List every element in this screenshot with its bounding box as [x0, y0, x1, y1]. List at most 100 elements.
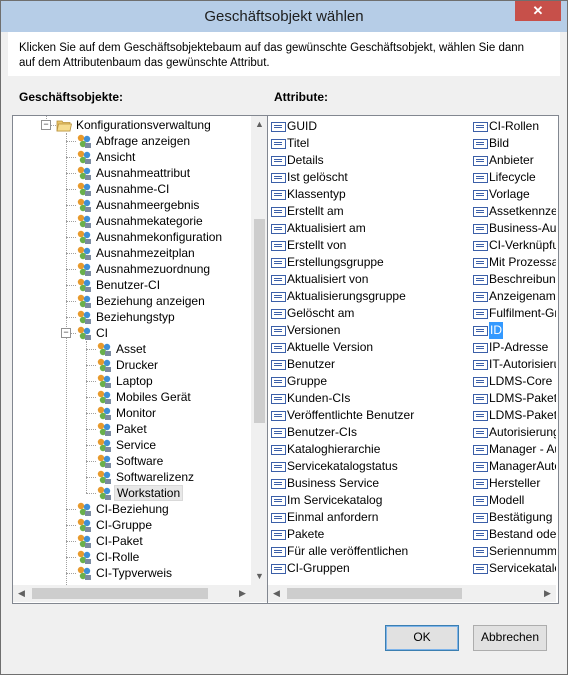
scroll-left-arrow[interactable]: ◀	[13, 585, 30, 602]
tree-node-service[interactable]: Service	[13, 437, 251, 453]
attribute-item[interactable]: Erstellt von	[271, 237, 466, 254]
attribute-item[interactable]: Bild	[473, 135, 556, 152]
attribute-item[interactable]: Lifecycle	[473, 169, 556, 186]
attribute-item[interactable]: Anzeigename	[473, 288, 556, 305]
tree-node-monitor[interactable]: Monitor	[13, 405, 251, 421]
attribute-item[interactable]: CI-Gruppen	[271, 560, 466, 577]
attribute-item[interactable]: Im Servicekatalog	[271, 492, 466, 509]
attribute-item[interactable]: Gelöscht am	[271, 305, 466, 322]
tree-node-ci-paket[interactable]: CI-Paket	[13, 533, 251, 549]
attribute-item[interactable]: LDMS-Paketke	[473, 390, 556, 407]
attribute-item[interactable]: Pakete	[271, 526, 466, 543]
tree-node-ci-rolle[interactable]: CI-Rolle	[13, 549, 251, 565]
attribute-item[interactable]: GUID	[271, 118, 466, 135]
attribute-item[interactable]: Benutzer-CIs	[271, 424, 466, 441]
tree-node-ausnahmeattribut[interactable]: Ausnahmeattribut	[13, 165, 251, 181]
attribute-item[interactable]: Einmal anfordern	[271, 509, 466, 526]
tree-node-drucker[interactable]: Drucker	[13, 357, 251, 373]
attribute-item[interactable]: Für alle veröffentlichen	[271, 543, 466, 560]
attribute-item[interactable]: IP-Adresse	[473, 339, 556, 356]
cancel-button[interactable]: Abbrechen	[473, 625, 547, 651]
tree-node-konfigurationsverwaltung[interactable]: − Konfigurationsverwaltung	[13, 117, 251, 133]
attribute-item[interactable]: Gruppe	[271, 373, 466, 390]
attribute-item[interactable]: Titel	[271, 135, 466, 152]
tree-node-ci-typverweis[interactable]: CI-Typverweis	[13, 565, 251, 581]
attribute-item[interactable]: LDMS-Paketna	[473, 407, 556, 424]
attribute-hscroll-thumb[interactable]	[287, 588, 462, 599]
business-object-tree[interactable]: − Konfigurationsverwaltung Abfrage anzeige…	[12, 115, 270, 604]
attribute-item[interactable]: Servicekatalogstatus	[271, 458, 466, 475]
attribute-item[interactable]: Hersteller	[473, 475, 556, 492]
tree-node-laptop[interactable]: Laptop	[13, 373, 251, 389]
attribute-item[interactable]: Kunden-CIs	[271, 390, 466, 407]
collapse-toggle-icon[interactable]: −	[61, 328, 71, 338]
attribute-item[interactable]: Erstellt am	[271, 203, 466, 220]
attribute-item[interactable]: Klassentyp	[271, 186, 466, 203]
tree-node-ci-gruppe[interactable]: CI-Gruppe	[13, 517, 251, 533]
attribute-item[interactable]: Seriennumme	[473, 543, 556, 560]
ok-button[interactable]: OK	[385, 625, 459, 651]
tree-node-ausnahmekategorie[interactable]: Ausnahmekategorie	[13, 213, 251, 229]
tree-node-ci[interactable]: − CI	[13, 325, 251, 341]
tree-node-ausnahmezeitplan[interactable]: Ausnahmezeitplan	[13, 245, 251, 261]
attribute-item[interactable]: Business-Auto	[473, 220, 556, 237]
tree-node-workstation[interactable]: Workstation	[13, 485, 251, 501]
tree-hscroll-thumb[interactable]	[32, 588, 208, 599]
tree-node-ansicht[interactable]: Ansicht	[13, 149, 251, 165]
attribute-item[interactable]: Ist gelöscht	[271, 169, 466, 186]
tree-node-paket[interactable]: Paket	[13, 421, 251, 437]
attribute-item[interactable]: Beschreibung	[473, 271, 556, 288]
attribute-item[interactable]: LDMS-Core	[473, 373, 556, 390]
tree-node-mobiles-ger-t[interactable]: Mobiles Gerät	[13, 389, 251, 405]
attribute-item[interactable]: Business Service	[271, 475, 466, 492]
attribute-horizontal-scrollbar[interactable]: ◀ ▶	[268, 585, 556, 602]
tree-node-ausnahme-ci[interactable]: Ausnahme-CI	[13, 181, 251, 197]
tree-vertical-scrollbar[interactable]: ▲ ▼	[251, 116, 268, 585]
attribute-item[interactable]: Assetkennzeichen	[473, 203, 556, 220]
attribute-item[interactable]: CI-Rollen	[473, 118, 556, 135]
tree-horizontal-scrollbar[interactable]: ◀ ▶	[13, 585, 251, 602]
tree-node-abfrage-anzeigen[interactable]: Abfrage anzeigen	[13, 133, 251, 149]
scroll-up-arrow[interactable]: ▲	[251, 116, 268, 133]
attribute-item[interactable]: IT-Autorisierung	[473, 356, 556, 373]
attribute-item[interactable]: Erstellungsgruppe	[271, 254, 466, 271]
scroll-right-arrow[interactable]: ▶	[234, 585, 251, 602]
tree-node-beziehungstyp[interactable]: Beziehungstyp	[13, 309, 251, 325]
attribute-item[interactable]: Autorisierung	[473, 424, 556, 441]
attribute-item[interactable]: Benutzer	[271, 356, 466, 373]
tree-node-beziehung-anzeigen[interactable]: Beziehung anzeigen	[13, 293, 251, 309]
attribute-item[interactable]: Versionen	[271, 322, 466, 339]
attribute-item[interactable]: Kataloghierarchie	[271, 441, 466, 458]
collapse-toggle-icon[interactable]: −	[41, 120, 51, 130]
tree-node-ci-beziehung[interactable]: CI-Beziehung	[13, 501, 251, 517]
tree-node-ausnahmezuordnung[interactable]: Ausnahmezuordnung	[13, 261, 251, 277]
tree-node-ausnahmeergebnis[interactable]: Ausnahmeergebnis	[13, 197, 251, 213]
attribute-item[interactable]: Mit Prozessaus	[473, 254, 556, 271]
attribute-item[interactable]: Manager - Au	[473, 441, 556, 458]
attribute-item[interactable]: Servicekatalo	[473, 560, 556, 577]
tree-node-benutzer-ci[interactable]: Benutzer-CI	[13, 277, 251, 293]
attribute-item[interactable]: Aktuelle Version	[271, 339, 466, 356]
scroll-right-arrow[interactable]: ▶	[539, 585, 556, 602]
attribute-item[interactable]: Aktualisiert am	[271, 220, 466, 237]
attribute-item[interactable]: Bestätigung e	[473, 509, 556, 526]
attribute-item[interactable]: Vorlage	[473, 186, 556, 203]
tree-node-software[interactable]: Software	[13, 453, 251, 469]
attribute-item[interactable]: Fulfilment-Gru	[473, 305, 556, 322]
tree-scroll-thumb[interactable]	[254, 219, 265, 423]
scroll-left-arrow[interactable]: ◀	[268, 585, 285, 602]
title-bar[interactable]: Geschäftsobjekt wählen ✕	[1, 1, 567, 32]
scroll-down-arrow[interactable]: ▼	[251, 568, 268, 585]
attribute-item[interactable]: Aktualisierungsgruppe	[271, 288, 466, 305]
attribute-item[interactable]: ID	[473, 322, 556, 339]
attribute-item[interactable]: ManagerAuto	[473, 458, 556, 475]
tree-node-asset[interactable]: Asset	[13, 341, 251, 357]
attribute-item[interactable]: Aktualisiert von	[271, 271, 466, 288]
tree-node-ausnahmekonfiguration[interactable]: Ausnahmekonfiguration	[13, 229, 251, 245]
attribute-item[interactable]: Bestand oder	[473, 526, 556, 543]
tree-node-softwarelizenz[interactable]: Softwarelizenz	[13, 469, 251, 485]
attribute-item[interactable]: Anbieter	[473, 152, 556, 169]
attribute-list[interactable]: GUID Titel Details Ist gelöscht Klassentyp Er…	[267, 115, 559, 604]
close-button[interactable]: ✕	[515, 1, 561, 21]
attribute-item[interactable]: Modell	[473, 492, 556, 509]
